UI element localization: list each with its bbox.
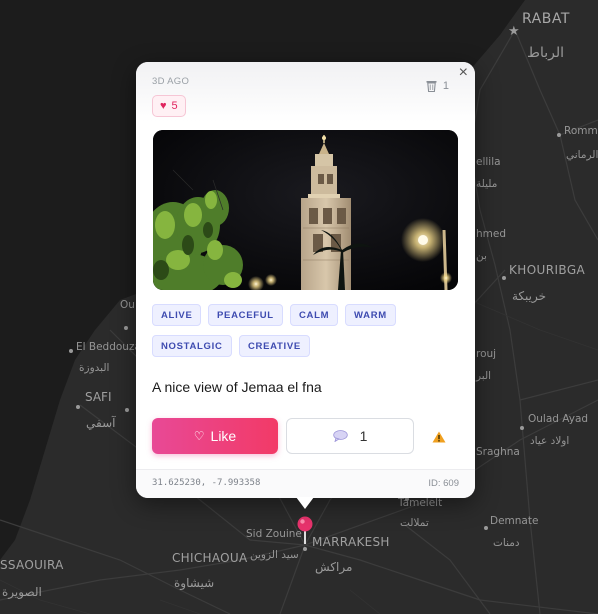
map-label-khouribga-ar: خريبكة [512, 289, 547, 303]
map-label-sraghna: Sraghna [476, 446, 520, 458]
popup-footer: 31.625230, -7.993358 ID: 609 [136, 469, 475, 498]
like-count: 5 [171, 100, 178, 112]
map-label-chichaoua: CHICHAOUA [172, 551, 248, 565]
post-photo[interactable] [153, 130, 458, 290]
map-label-ahmed: hmed [476, 228, 507, 240]
tag-chip[interactable]: CREATIVE [239, 335, 310, 357]
like-button-label: Like [210, 428, 237, 444]
map-label-brouj-ar: البر [476, 370, 492, 382]
comment-button[interactable]: 1 [286, 418, 414, 454]
map-label-tamelelt: Tamelelt [398, 497, 443, 509]
close-icon[interactable]: × [459, 65, 468, 81]
map-label-ahmed-ar: بن [476, 250, 487, 262]
trash-icon [426, 81, 437, 92]
map-label-rabat-ar: الرباط [527, 45, 564, 61]
tag-chip[interactable]: NOSTALGIC [152, 335, 232, 357]
popup-pointer [296, 497, 314, 509]
like-count-badge: ♥ 5 [152, 95, 186, 117]
delete-vote-button[interactable]: 1 [426, 80, 449, 92]
map-label-beddouza: El Beddouza [76, 341, 141, 353]
coordinates-text: 31.625230, -7.993358 [152, 478, 261, 488]
map-dot-demnate [484, 526, 488, 530]
tag-chip[interactable]: ALIVE [152, 304, 202, 326]
post-description: A nice view of Jemaa el fna [152, 379, 322, 395]
map-label-essaouira-ar: الصويرة [2, 585, 42, 599]
map-label-ellila-ar: مليلة [476, 178, 498, 190]
map-label-sid-zouine: Sid Zouine [246, 528, 302, 540]
map-dot-e [125, 408, 129, 412]
map-label-chichaoua-ar: شيشاوة [174, 576, 215, 590]
delete-vote-count: 1 [442, 80, 449, 92]
speech-bubble-icon [332, 430, 348, 442]
post-age: 3D AGO [152, 76, 190, 87]
map-label-rommani-ar: الرماني [566, 149, 598, 161]
warning-icon [432, 431, 446, 443]
map-label-oulad-ayad-ar: اولاد عياد [530, 435, 570, 447]
post-popup: 3D AGO × 1 ♥ 5 ALIVE PEACEFUL CALM WARM … [136, 62, 475, 498]
map-label-brouj: rouj [476, 348, 497, 360]
map-dot-oulad-ayad [520, 426, 524, 430]
heart-outline-icon: ♡ [193, 429, 205, 443]
map-label-rommani: Romma [564, 125, 598, 137]
map-pin-icon[interactable] [295, 515, 315, 550]
map-dot-beddouza [69, 349, 73, 353]
tag-chip[interactable]: PEACEFUL [208, 304, 283, 326]
map-label-marrakesh-ar: مراكش [315, 560, 353, 574]
map-dot-rommani [557, 133, 561, 137]
popup-header [136, 62, 475, 122]
map-label-marrakesh: MARRAKESH [312, 535, 390, 549]
tag-chip[interactable]: WARM [345, 304, 396, 326]
map-dot-khouribga [502, 276, 506, 280]
map-label-oulad-ayad: Oulad Ayad [528, 413, 589, 425]
map-label-safi: SAFI [85, 390, 112, 404]
map-dot-safi [76, 405, 80, 409]
capital-star-icon: ★ [508, 23, 520, 38]
report-button[interactable] [432, 430, 446, 448]
map-label-tamelelt-ar: تملالت [400, 517, 429, 529]
map-label-demnate-ar: دمنات [493, 537, 520, 549]
map-label-ellila: ellila [476, 156, 501, 168]
post-id: ID: 609 [428, 478, 459, 489]
tag-chip[interactable]: CALM [290, 304, 339, 326]
map-label-rabat: RABAT [522, 11, 570, 27]
map-label-essaouira: SSAOUIRA [0, 558, 64, 572]
map-dot-oualidia [124, 326, 128, 330]
like-button[interactable]: ♡ Like [152, 418, 278, 454]
heart-icon: ♥ [160, 100, 167, 112]
comment-count: 1 [359, 428, 368, 444]
map-label-demnate: Demnate [490, 515, 539, 527]
map-label-sid-zouine-ar: سيد الزوين [250, 549, 299, 561]
map-label-beddouza-ar: البدوزة [79, 362, 110, 374]
map-label-ou: Ou [120, 299, 135, 311]
map-label-safi-ar: آسفي [86, 416, 116, 430]
map-label-khouribga: KHOURIBGA [509, 263, 586, 277]
